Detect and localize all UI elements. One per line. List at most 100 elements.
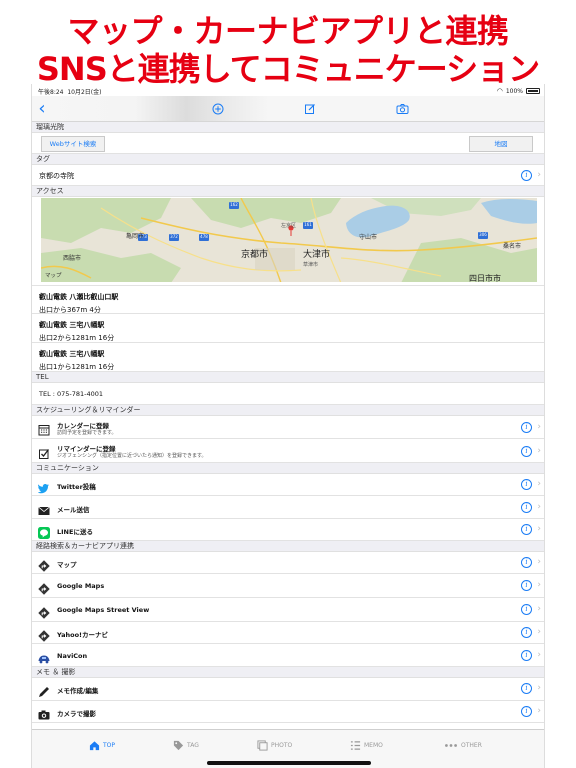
map-label: 左京区 xyxy=(281,223,297,229)
detail-list: 瑠璃光院 Webサイト検索 地図 タグ 京都の寺院 i › アクセス 162 1… xyxy=(32,122,544,727)
status-time: 午後8:24 xyxy=(38,89,64,96)
info-icon[interactable]: i xyxy=(521,627,532,638)
tag-row[interactable]: 京都の寺院 i › xyxy=(32,165,544,186)
info-icon[interactable]: i xyxy=(521,604,532,615)
chevron-right-icon: › xyxy=(537,650,541,660)
route-shield: 162 xyxy=(230,202,238,207)
tab-label: PHOTO xyxy=(271,742,293,749)
status-bar: 午後8:24 10月2日(金) ◠ 100% xyxy=(32,84,544,96)
route-title: Google Maps xyxy=(57,582,105,590)
route-sign-icon xyxy=(38,627,50,642)
tel-row[interactable]: TEL : 075-781-4001 xyxy=(32,383,544,405)
navicon-icon xyxy=(38,650,50,664)
promo-banner: マップ・カーナビアプリと連携 SNSと連携してコミュニケーション xyxy=(0,0,576,88)
memo-title: メモ作成/編集 xyxy=(57,687,99,695)
tab-tag[interactable]: TAG xyxy=(173,740,199,751)
info-icon[interactable]: i xyxy=(521,170,532,181)
reminder-row[interactable]: リマインダーに登録 ジオフェンシング（指定位置に近づいたら通知）を登録できます。… xyxy=(32,439,544,463)
map-button[interactable]: 地図 xyxy=(469,136,533,152)
twitter-title: Twitter投稿 xyxy=(57,483,96,491)
tab-bar: TOP TAG PHOTO MEMO OTHER xyxy=(32,729,544,768)
section-header-tel: TEL xyxy=(32,372,544,383)
station-row: 叡山電鉄 八瀬比叡山口駅 出口から367m 4分 xyxy=(32,286,544,314)
list-icon xyxy=(350,741,361,750)
info-icon[interactable]: i xyxy=(521,706,532,717)
home-indicator[interactable] xyxy=(207,761,371,765)
info-icon[interactable]: i xyxy=(521,524,532,535)
info-icon[interactable]: i xyxy=(521,580,532,591)
station-name: 叡山電鉄 八瀬比叡山口駅 xyxy=(39,293,119,301)
line-row[interactable]: LINEに送る i › xyxy=(32,519,544,541)
memo-row[interactable]: メモ作成/編集 i › xyxy=(32,678,544,701)
chevron-right-icon: › xyxy=(537,502,541,512)
calendar-row[interactable]: カレンダーに登録 訪問予定を登録できます。 i › xyxy=(32,416,544,439)
mail-icon xyxy=(38,502,50,515)
twitter-row[interactable]: Twitter投稿 i › xyxy=(32,474,544,496)
chevron-right-icon: › xyxy=(537,683,541,693)
section-header-route: 経路検索＆カーナビアプリ連携 xyxy=(32,541,544,552)
section-header-schedule: スケジューリング＆リマインダー xyxy=(32,405,544,416)
camera-title: カメラで撮影 xyxy=(57,710,96,718)
info-icon[interactable]: i xyxy=(521,557,532,568)
info-icon[interactable]: i xyxy=(521,650,532,661)
station-detail: 出口2から1281m 16分 xyxy=(39,334,115,342)
camera-icon xyxy=(38,706,50,720)
line-icon xyxy=(38,524,50,539)
calendar-subtitle: 訪問予定を登録できます。 xyxy=(57,430,117,436)
route-title: Yahoo!カーナビ xyxy=(57,631,109,639)
route-google-maps-row[interactable]: Google Maps i › xyxy=(32,574,544,598)
chevron-right-icon: › xyxy=(537,557,541,567)
route-street-view-row[interactable]: Google Maps Street View i › xyxy=(32,598,544,622)
info-icon[interactable]: i xyxy=(521,683,532,694)
compose-icon[interactable] xyxy=(302,101,318,117)
info-icon[interactable]: i xyxy=(521,479,532,490)
add-circle-icon[interactable] xyxy=(210,101,226,117)
info-icon[interactable]: i xyxy=(521,422,532,433)
route-yahoo-row[interactable]: Yahoo!カーナビ i › xyxy=(32,622,544,644)
back-chevron-icon[interactable]: ‹ xyxy=(34,100,50,118)
map-label: 西脇市 xyxy=(63,255,82,262)
station-detail: 出口1から1281m 16分 xyxy=(39,363,115,371)
tab-memo[interactable]: MEMO xyxy=(350,740,383,751)
route-title: Google Maps Street View xyxy=(57,606,150,614)
map-preview[interactable]: 162 161 173 372 478 306 亀岡市 京都市 大津市 西脇市 … xyxy=(41,198,537,282)
chevron-right-icon: › xyxy=(537,479,541,489)
search-buttons-row: Webサイト検索 地図 xyxy=(32,133,544,154)
tab-photo[interactable]: PHOTO xyxy=(257,740,292,751)
map-attribution: マップ xyxy=(45,273,62,279)
station-row: 叡山電鉄 三宅八幡駅 出口2から1281m 16分 xyxy=(32,314,544,343)
chevron-right-icon: › xyxy=(537,170,541,180)
tab-top[interactable]: TOP xyxy=(89,740,115,751)
route-apple-maps-row[interactable]: マップ i › xyxy=(32,552,544,574)
web-search-button[interactable]: Webサイト検索 xyxy=(41,136,105,152)
map-graphic xyxy=(41,198,537,282)
map-label: 大津市 xyxy=(303,250,331,260)
tab-other[interactable]: OTHER xyxy=(444,740,482,751)
section-header-access: アクセス xyxy=(32,186,544,197)
info-icon[interactable]: i xyxy=(521,446,532,457)
mail-title: メール送信 xyxy=(57,506,90,514)
pen-icon xyxy=(38,683,50,697)
camera-row[interactable]: カメラで撮影 i › xyxy=(32,701,544,723)
route-navicon-row[interactable]: NaviCon i › xyxy=(32,644,544,667)
route-sign-icon xyxy=(38,604,50,619)
twitter-icon xyxy=(37,479,50,494)
info-icon[interactable]: i xyxy=(521,502,532,513)
mail-row[interactable]: メール送信 i › xyxy=(32,496,544,519)
route-title: NaviCon xyxy=(57,652,88,660)
chevron-right-icon: › xyxy=(537,524,541,534)
route-shield: 306 xyxy=(479,232,487,237)
tel-value: TEL : 075-781-4001 xyxy=(39,390,104,398)
line-title: LINEに送る xyxy=(57,528,93,536)
section-header-communication: コミュニケーション xyxy=(32,463,544,474)
station-name: 叡山電鉄 三宅八幡駅 xyxy=(39,350,105,358)
map-label: 守山市 xyxy=(359,234,378,241)
route-shield: 161 xyxy=(304,222,312,227)
tab-label: TOP xyxy=(103,742,116,749)
home-icon xyxy=(89,741,100,751)
camera-nav-icon[interactable] xyxy=(394,101,410,117)
wifi-icon: ◠ xyxy=(496,87,503,95)
map-label: 桑名市 xyxy=(503,243,522,250)
map-label: 京都市 xyxy=(241,250,269,260)
tab-label: MEMO xyxy=(364,742,383,749)
